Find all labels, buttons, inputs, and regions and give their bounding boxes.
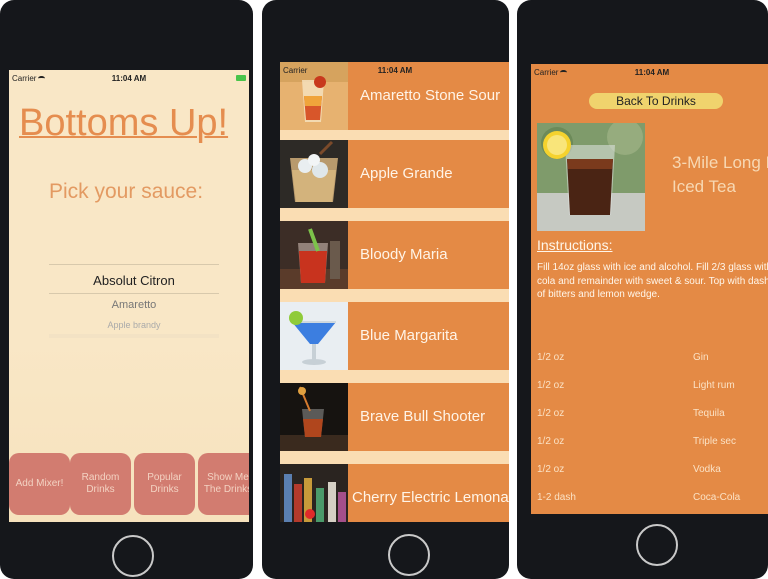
cocktail-cherry-electric-lemonade-icon [280, 464, 348, 522]
battery-icon [236, 75, 246, 81]
ingredient-quantity: 1/2 oz [537, 464, 565, 475]
ingredient-row: 1/2 oz Gin [537, 352, 768, 366]
ingredient-name: Coca-Cola [693, 492, 741, 503]
phone-drink-detail: Carrier 11:04 AM Back To Drinks 3-Mile L… [517, 0, 768, 579]
drink-detail-screen: Carrier 11:04 AM Back To Drinks 3-Mile L… [531, 64, 768, 514]
drink-title: 3-Mile Long Island Iced Tea [672, 153, 768, 196]
status-time: 11:04 AM [634, 68, 670, 77]
add-mixer-button[interactable]: Add Mixer! [9, 453, 70, 515]
drinks-list-screen: Carrier 11:04 AM Amaretto Stone Sour App… [280, 62, 509, 522]
drink-photo [537, 123, 645, 231]
phone-drinks-list: Carrier 11:04 AM Amaretto Stone Sour App… [262, 0, 509, 579]
show-me-the-drinks-button[interactable]: Show Me The Drinks [198, 453, 249, 515]
ingredient-name: Vodka [693, 464, 721, 475]
ingredient-name: Gin [693, 352, 709, 363]
picker-divider-bottom [49, 293, 219, 294]
drink-name: Apple Grande [360, 165, 453, 182]
drink-name: Blue Margarita [360, 327, 458, 344]
cocktail-blue-margarita-icon [280, 302, 348, 370]
status-time: 11:04 AM [377, 66, 413, 75]
ingredient-name: Triple sec [693, 436, 736, 447]
ingredient-quantity: 1/2 oz [537, 380, 565, 391]
home-screen: Carrier 11:04 AM Bottoms Up! Pick your s… [9, 70, 249, 522]
back-to-drinks-button[interactable]: Back To Drinks [589, 93, 723, 109]
home-button[interactable] [112, 535, 154, 577]
drink-row[interactable]: Apple Grande [280, 140, 509, 208]
status-bar: Carrier 11:04 AM [531, 64, 768, 80]
drink-name: Cherry Electric Lemonade [352, 489, 509, 506]
random-drinks-button[interactable]: Random Drinks [70, 453, 131, 515]
ingredient-quantity: 1/2 oz [537, 352, 565, 363]
cocktail-brave-bull-shooter-icon [280, 383, 348, 451]
ingredient-quantity: 1-2 dash [537, 492, 576, 503]
picker-option[interactable]: Apple brandy [49, 320, 219, 330]
instructions-text: Fill 14oz glass with ice and alcohol. Fi… [537, 262, 768, 300]
ingredient-row: 1-2 dash Coca-Cola [537, 492, 768, 506]
drink-name: Brave Bull Shooter [360, 408, 486, 425]
pick-prompt: Pick your sauce: [49, 180, 204, 203]
instructions-heading: Instructions: [537, 237, 613, 253]
drink-row[interactable]: Brave Bull Shooter [280, 383, 509, 451]
cocktail-bloody-maria-icon [280, 221, 348, 289]
app-title: Bottoms Up! [19, 102, 229, 144]
status-time: 11:04 AM [111, 74, 147, 83]
popular-drinks-button[interactable]: Popular Drinks [134, 453, 195, 515]
ingredient-quantity: 1/2 oz [537, 436, 565, 447]
ingredient-name: Tequila [693, 408, 725, 419]
drink-row[interactable]: Cherry Electric Lemonade [280, 464, 509, 522]
ingredient-row: 1/2 oz Vodka [537, 464, 768, 478]
status-bar: Carrier 11:04 AM [9, 70, 249, 86]
cocktail-apple-grande-icon [280, 140, 348, 208]
ingredient-row: 1/2 oz Triple sec [537, 436, 768, 450]
phone-home-screen: Carrier 11:04 AM Bottoms Up! Pick your s… [0, 0, 253, 579]
picker-option[interactable]: Amaretto [49, 299, 219, 311]
ingredient-quantity: 1/2 oz [537, 408, 565, 419]
picker-divider-top [49, 264, 219, 265]
ingredient-name: Light rum [693, 380, 735, 391]
home-button[interactable] [636, 524, 678, 566]
drink-row[interactable]: Bloody Maria [280, 221, 509, 289]
drink-name: Bloody Maria [360, 246, 448, 263]
home-button[interactable] [388, 534, 430, 576]
status-bar: Carrier 11:04 AM [280, 62, 509, 78]
picker-option-faded [49, 334, 219, 338]
picker-selected-option[interactable]: Absolut Citron [49, 273, 219, 288]
ingredient-row: 1/2 oz Tequila [537, 408, 768, 422]
drink-row[interactable]: Blue Margarita [280, 302, 509, 370]
ingredient-row: 1/2 oz Light rum [537, 380, 768, 394]
